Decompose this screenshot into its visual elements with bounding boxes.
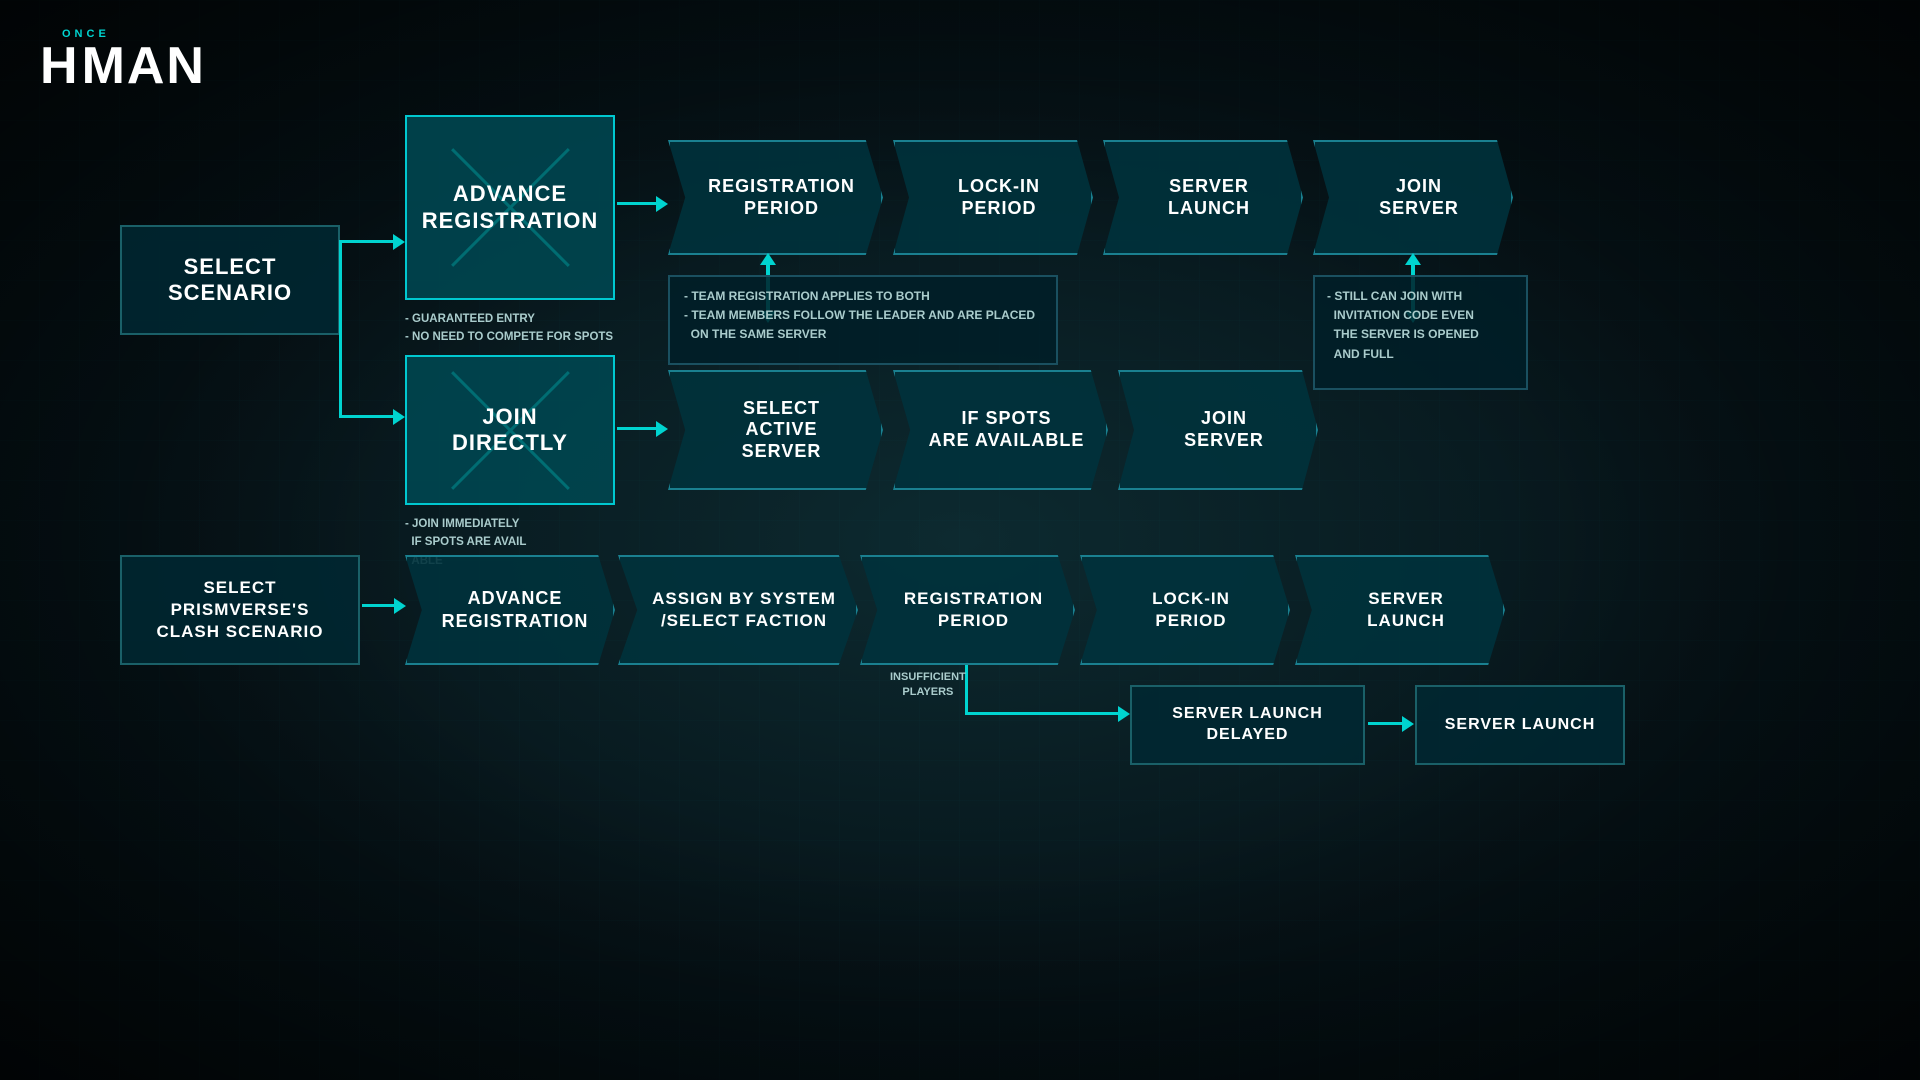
content: ONCE H MAN SELECT SCENARIO ADVANCE REGIS… <box>0 0 1920 1080</box>
join-server-box-1: JOIN SERVER <box>1313 140 1513 255</box>
branch-h-top <box>339 240 399 243</box>
advance-reg-box: ADVANCE REGISTRATION <box>405 115 615 300</box>
arrow-delayed-tip <box>1402 716 1414 732</box>
arrow-to-advreg <box>393 234 405 250</box>
lower-reg-period-label: REGISTRATION PERIOD <box>904 588 1043 632</box>
arrow-tip-2 <box>656 421 668 437</box>
select-scenario-label: SELECT SCENARIO <box>168 254 292 307</box>
join-server-box-2: JOIN SERVER <box>1118 370 1318 490</box>
server-launch-2-box: SERVER LAUNCH <box>1415 685 1625 765</box>
if-spots-label: IF SPOTS ARE AVAILABLE <box>929 408 1085 451</box>
upper-diagram: SELECT SCENARIO ADVANCE REGISTRATION - G… <box>60 55 1860 565</box>
l-branch-arrow <box>1118 706 1130 722</box>
l-branch-h <box>965 712 1125 715</box>
dbl-arrow-up-right <box>1405 253 1421 265</box>
select-active-server-label: SELECT ACTIVE SERVER <box>742 398 822 463</box>
lower-reg-period-box: REGISTRATION PERIOD <box>860 555 1075 665</box>
branch-h-bottom <box>339 415 399 418</box>
dbl-arrow-up <box>760 253 776 265</box>
server-launch-label-1: SERVER LAUNCH <box>1168 176 1250 219</box>
lock-in-box: LOCK-IN PERIOD <box>893 140 1093 255</box>
arrow-to-join <box>393 409 405 425</box>
lower-advance-reg-label: ADVANCE REGISTRATION <box>442 587 589 634</box>
select-active-server-box: SELECT ACTIVE SERVER <box>668 370 883 490</box>
select-scenario-box: SELECT SCENARIO <box>120 225 340 335</box>
join-directly-label: JOIN DIRECTLY <box>452 404 568 457</box>
advance-reg-label: ADVANCE REGISTRATION <box>422 181 599 234</box>
invitation-info-box: - STILL CAN JOIN WITH INVITATION CODE EV… <box>1313 275 1528 390</box>
lower-lock-in-box: LOCK-IN PERIOD <box>1080 555 1290 665</box>
assign-faction-label: ASSIGN BY SYSTEM /SELECT FACTION <box>652 588 836 632</box>
branch-v-line <box>339 240 342 415</box>
reg-period-box: REGISTRATION PERIOD <box>668 140 883 255</box>
team-info-box: - TEAM REGISTRATION APPLIES TO BOTH - TE… <box>668 275 1058 365</box>
reg-period-label: REGISTRATION PERIOD <box>708 176 855 219</box>
server-launch-box-1: SERVER LAUNCH <box>1103 140 1303 255</box>
server-launch-delayed-box: SERVER LAUNCH DELAYED <box>1130 685 1365 765</box>
lower-server-launch-label: SERVER LAUNCH <box>1367 588 1445 632</box>
advance-reg-notes: - GUARANTEED ENTRY - NO NEED TO COMPETE … <box>405 310 615 347</box>
lower-server-launch-box: SERVER LAUNCH <box>1295 555 1505 665</box>
lower-lock-in-label: LOCK-IN PERIOD <box>1152 588 1230 632</box>
select-prismverse-label: SELECT PRISMVERSE'S CLASH SCENARIO <box>156 577 323 643</box>
select-prismverse-box: SELECT PRISMVERSE'S CLASH SCENARIO <box>120 555 360 665</box>
server-launch-delayed-label: SERVER LAUNCH DELAYED <box>1132 704 1363 746</box>
join-server-label-2: JOIN SERVER <box>1184 408 1264 451</box>
join-server-label-1: JOIN SERVER <box>1379 176 1459 219</box>
insufficient-players-note: INSUFFICIENT PLAYERS <box>890 670 966 701</box>
assign-faction-box: ASSIGN BY SYSTEM /SELECT FACTION <box>618 555 858 665</box>
if-spots-box: IF SPOTS ARE AVAILABLE <box>893 370 1108 490</box>
server-launch-2-label: SERVER LAUNCH <box>1445 715 1596 736</box>
join-directly-box: JOIN DIRECTLY <box>405 355 615 505</box>
lower-diagram: SELECT PRISMVERSE'S CLASH SCENARIO ADVAN… <box>60 535 1860 755</box>
lock-in-label: LOCK-IN PERIOD <box>958 176 1040 219</box>
arrow-lower-tip-1 <box>394 598 406 614</box>
arrow-tip-1 <box>656 196 668 212</box>
lower-advance-reg-box: ADVANCE REGISTRATION <box>405 555 615 665</box>
